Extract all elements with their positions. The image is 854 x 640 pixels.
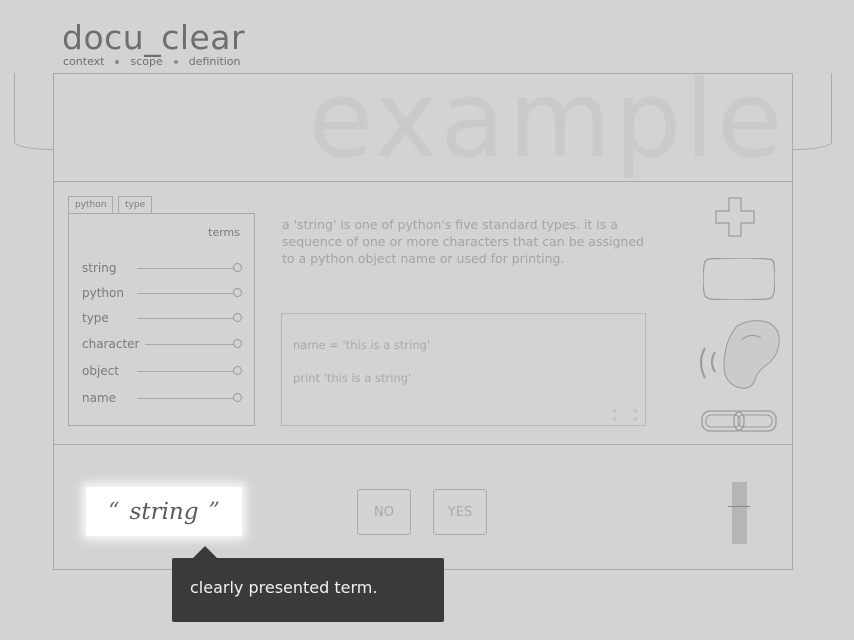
ear-icon[interactable] [695,320,781,390]
term-connector [137,268,235,269]
term-connector [137,398,235,399]
plus-icon[interactable] [715,197,755,237]
term-handle[interactable] [233,366,242,375]
term-item-python[interactable]: python [82,286,124,300]
breadcrumb: context scope definition [63,55,241,68]
divider [53,181,793,182]
frame-left-ear [14,73,53,150]
slider-handle[interactable] [728,506,750,507]
frame-right-ear [793,73,832,150]
close-quote: ” [208,499,220,524]
separator-dot [173,59,178,64]
code-line: print 'this is a string' [293,371,412,385]
code-example-box: name = 'this is a string' print 'this is… [281,313,646,426]
no-button[interactable]: NO [357,489,411,535]
current-term-display: “ string ” [86,487,242,536]
term-connector [137,371,235,372]
slider-track[interactable] [732,482,747,544]
term-item-object[interactable]: object [82,364,119,378]
term-item-name[interactable]: name [82,391,116,405]
term-connector [145,344,235,345]
term-item-string[interactable]: string [82,261,116,275]
screen-icon[interactable] [703,258,775,300]
term-handle[interactable] [233,263,242,272]
term-item-character[interactable]: character [82,337,139,351]
nav-context[interactable]: context [63,55,104,68]
term-handle[interactable] [233,339,242,348]
definition-text: a 'string' is one of python's five stand… [282,217,644,266]
code-line: name = 'this is a string' [293,338,431,352]
separator-dot [115,59,120,64]
divider [53,444,793,445]
terms-title: terms [208,226,240,239]
tab-type[interactable]: type [118,196,153,214]
terms-panel: terms string python type character objec… [68,213,255,426]
term-connector [137,318,235,319]
current-term: string [129,498,199,525]
term-item-type[interactable]: type [82,311,109,325]
nav-scope[interactable]: scope [130,55,162,68]
link-icon[interactable] [701,410,777,432]
tooltip-text: clearly presented term. [190,578,378,597]
open-quote: “ [108,499,120,524]
term-handle[interactable] [233,313,242,322]
tooltip: clearly presented term. [172,558,444,622]
tab-python[interactable]: python [68,196,114,214]
app-logo: docu_clear [62,18,246,57]
nav-definition[interactable]: definition [189,55,241,68]
term-connector [137,293,235,294]
tooltip-arrow [193,546,217,558]
term-handle[interactable] [233,393,242,402]
term-handle[interactable] [233,288,242,297]
expand-icon[interactable] [613,409,637,421]
yes-button[interactable]: YES [433,489,487,535]
